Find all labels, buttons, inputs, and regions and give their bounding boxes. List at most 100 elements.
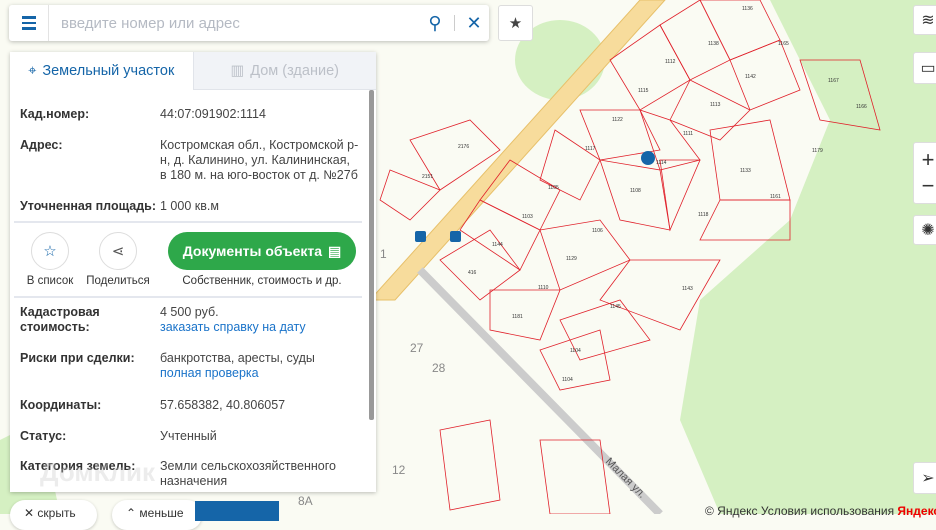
- cad-label: Кад.номер:: [20, 107, 90, 121]
- share-button[interactable]: ⋖: [99, 232, 137, 270]
- parcel-label: 1144: [492, 242, 503, 248]
- parcel-label: 1108: [630, 188, 641, 194]
- bus-stop-icon[interactable]: [450, 231, 461, 242]
- close-icon: ✕: [24, 506, 38, 520]
- documents-button[interactable]: Документы объекта ▤: [168, 232, 356, 270]
- geolocation-button[interactable]: ➢: [913, 462, 936, 494]
- parcel-label: 1181: [512, 314, 523, 320]
- parcel-label: 1104: [562, 377, 573, 383]
- bus-stop-icon[interactable]: [415, 231, 426, 242]
- order-certificate-link[interactable]: заказать справку на дату: [160, 320, 306, 334]
- parcel-label: 1165: [778, 41, 789, 47]
- tab-label: Земельный участок: [42, 63, 175, 79]
- menu-button[interactable]: [9, 5, 49, 41]
- parcel-label: 2176: [458, 144, 469, 150]
- area-value: 1 000 кв.м: [160, 199, 219, 213]
- parcel-label: 1179: [812, 148, 823, 154]
- risks-value: банкротства, аресты, суды: [160, 351, 315, 365]
- parcel-label: 1136: [742, 6, 753, 12]
- tab-label: Дом (здание): [250, 62, 339, 79]
- close-icon[interactable]: ✕: [459, 13, 489, 34]
- info-panel: ⌖ Земельный участок ▥ Дом (здание) Кад.ном…: [10, 52, 376, 492]
- parcel-label: 1106: [592, 228, 603, 234]
- chevron-up-icon: ⌃: [126, 506, 140, 520]
- hide-label: скрыть: [37, 506, 76, 520]
- address-value: Костромская обл., Костромской р-н, д. Ка…: [160, 138, 359, 182]
- map-pin-icon: ⌖: [28, 63, 37, 79]
- building-icon: ▥: [230, 62, 245, 79]
- terms-link[interactable]: Условия использования: [761, 504, 894, 518]
- status-label: Статус:: [20, 429, 67, 443]
- tab-land-plot[interactable]: ⌖ Земельный участок: [10, 52, 193, 90]
- search-bar: ⚲ ✕: [9, 5, 489, 41]
- street-label: Малая ул.: [603, 456, 648, 501]
- address-label: Адрес:: [20, 138, 63, 152]
- parcel-label: 1111: [683, 131, 693, 137]
- star-outline-icon: ☆: [43, 243, 57, 260]
- parcel-label: 1142: [745, 74, 756, 80]
- coordinates-value: 57.658382, 40.806057: [160, 398, 286, 412]
- share-label: Поделиться: [86, 275, 150, 287]
- scrollbar[interactable]: [369, 90, 374, 420]
- parcel-label: 1138: [708, 41, 719, 47]
- ruler-button[interactable]: ▭: [913, 52, 936, 84]
- parcel-label: 1114: [656, 160, 667, 166]
- zoom-in-button[interactable]: +: [922, 147, 935, 173]
- parcel-label: 1117: [585, 146, 596, 152]
- tab-building[interactable]: ▥ Дом (здание): [192, 52, 376, 90]
- parcel-label: 1110: [538, 285, 549, 291]
- parcel-label: 1103: [522, 214, 533, 220]
- divider: [14, 221, 362, 223]
- parcel-label: 1133: [740, 168, 751, 174]
- zoom-control: + −: [913, 142, 936, 204]
- share-icon: ⋖: [111, 243, 125, 260]
- hide-button[interactable]: ✕ скрыть: [10, 500, 97, 530]
- parcel-label: 1145: [610, 304, 621, 310]
- zoom-out-button[interactable]: −: [922, 173, 935, 199]
- selected-location-marker[interactable]: [641, 151, 655, 165]
- parcel-label: 1115: [638, 88, 649, 94]
- full-check-link[interactable]: полная проверка: [160, 366, 259, 380]
- parcel-label: 1129: [566, 256, 577, 262]
- star-icon: ★: [508, 15, 523, 32]
- ruler-icon: ▭: [920, 60, 936, 77]
- house-number: 8А: [298, 494, 313, 508]
- parcel-label: 1105: [548, 185, 559, 191]
- add-to-list-button[interactable]: ☆: [31, 232, 69, 270]
- parcel-label: 1113: [710, 102, 721, 108]
- risks-label: Риски при сделки:: [20, 351, 135, 365]
- map-footer: © Яндекс Условия использования Яндекс: [705, 504, 936, 518]
- search-icon[interactable]: ⚲: [420, 13, 450, 34]
- status-value: Учтенный: [160, 429, 217, 443]
- cad-number-link[interactable]: 44:07:091902:1114: [160, 107, 360, 122]
- documents-label: Документы объекта: [182, 243, 323, 259]
- house-number: 27: [410, 341, 424, 355]
- navigation-arrow-icon: ➢: [921, 470, 935, 487]
- parcel-label: 1161: [770, 194, 781, 200]
- parcel-label: 1166: [856, 104, 867, 110]
- less-button[interactable]: ⌃ меньше: [112, 500, 202, 530]
- copyright: © Яндекс: [705, 504, 758, 518]
- parcel-label: 1167: [828, 78, 839, 84]
- layers-icon: ≋: [921, 12, 935, 29]
- parcel-label: 2151: [422, 174, 433, 180]
- parcel-label: 1122: [612, 117, 623, 123]
- cost-value: 4 500 руб.: [160, 305, 219, 319]
- less-label: меньше: [139, 506, 184, 520]
- category-value: Земли сельскохозяйственного назначения: [160, 459, 336, 488]
- parcel-label: 1104: [570, 348, 581, 354]
- favorites-button[interactable]: ★: [498, 5, 533, 41]
- documents-subtitle: Собственник, стоимость и др.: [182, 275, 342, 287]
- parcel-label: 1118: [698, 212, 709, 218]
- parcel-label: 1112: [665, 59, 676, 65]
- parcel-label: 416: [468, 270, 477, 276]
- search-input[interactable]: [49, 14, 420, 32]
- add-to-list-label: В список: [26, 275, 74, 287]
- layers-button[interactable]: ≋: [913, 5, 936, 35]
- domclick-watermark: ДомКлик: [40, 457, 155, 487]
- area-label: Уточненная площадь:: [20, 199, 157, 213]
- house-number: 1: [380, 247, 387, 261]
- house-number: 28: [432, 361, 446, 375]
- traffic-button[interactable]: ✺: [913, 215, 936, 245]
- blue-banner-button[interactable]: [195, 501, 279, 521]
